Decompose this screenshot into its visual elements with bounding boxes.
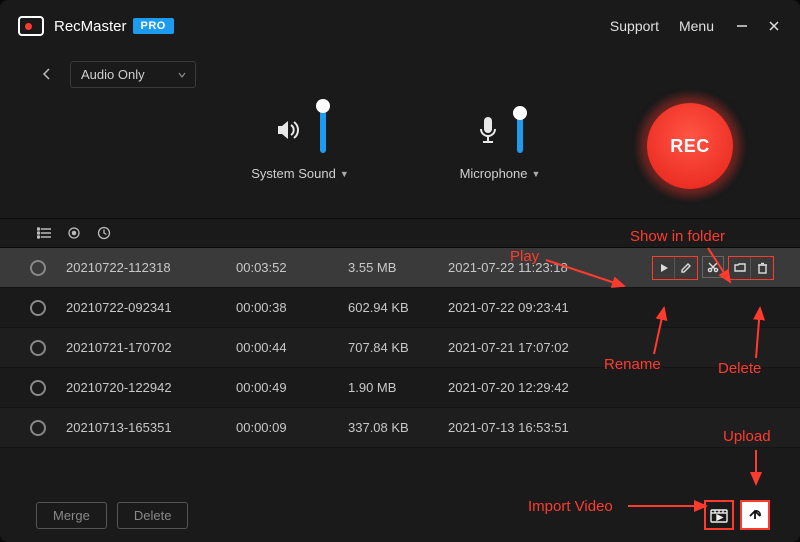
titlebar: RecMaster PRO Support Menu xyxy=(0,0,800,52)
radio-icon[interactable] xyxy=(30,340,46,356)
mic-volume-slider[interactable] xyxy=(517,107,523,153)
cell-size: 337.08 KB xyxy=(348,420,448,435)
chevron-down-icon xyxy=(177,70,187,80)
minimize-button[interactable] xyxy=(734,18,750,34)
speaker-icon xyxy=(274,116,302,144)
cell-duration: 00:03:52 xyxy=(236,260,348,275)
recordings-table: 20210722-11231800:03:523.55 MB2021-07-22… xyxy=(0,248,800,488)
slider-fill xyxy=(320,111,326,153)
cell-date: 2021-07-21 17:07:02 xyxy=(448,340,612,355)
cell-date: 2021-07-22 09:23:41 xyxy=(448,300,612,315)
cell-name: 20210722-112318 xyxy=(66,260,236,275)
system-sound-label: System Sound xyxy=(251,166,336,181)
table-row[interactable]: 20210720-12294200:00:491.90 MB2021-07-20… xyxy=(0,368,800,408)
microphone-icon xyxy=(477,115,499,145)
table-row[interactable]: 20210722-11231800:03:523.55 MB2021-07-22… xyxy=(0,248,800,288)
cell-name: 20210720-122942 xyxy=(66,380,236,395)
window-controls xyxy=(734,18,782,34)
caret-down-icon: ▼ xyxy=(340,169,349,179)
caret-down-icon: ▼ xyxy=(532,169,541,179)
mode-select-value: Audio Only xyxy=(81,67,145,82)
record-button[interactable]: REC xyxy=(647,103,733,189)
slider-knob[interactable] xyxy=(316,99,330,113)
window: RecMaster PRO Support Menu Audio Only xyxy=(0,0,800,542)
record-label: REC xyxy=(670,136,710,157)
settings-icon[interactable] xyxy=(66,225,82,241)
row-select[interactable] xyxy=(30,260,66,276)
cell-duration: 00:00:38 xyxy=(236,300,348,315)
microphone-dropdown[interactable]: Microphone ▼ xyxy=(460,166,541,181)
show-in-folder-button[interactable] xyxy=(729,257,751,279)
table-row[interactable]: 20210713-16535100:00:09337.08 KB2021-07-… xyxy=(0,408,800,448)
cell-name: 20210713-165351 xyxy=(66,420,236,435)
upload-button[interactable] xyxy=(740,500,770,530)
table-row[interactable]: 20210722-09234100:00:38602.94 KB2021-07-… xyxy=(0,288,800,328)
cell-size: 1.90 MB xyxy=(348,380,448,395)
schedule-icon[interactable] xyxy=(96,225,112,241)
row-select[interactable] xyxy=(30,300,66,316)
radio-icon[interactable] xyxy=(30,380,46,396)
app-name: RecMaster xyxy=(54,18,127,35)
app-logo-icon xyxy=(18,16,44,36)
row-delete-button[interactable] xyxy=(751,257,773,279)
system-sound-dropdown[interactable]: System Sound ▼ xyxy=(251,166,348,181)
radio-icon[interactable] xyxy=(30,260,46,276)
slider-fill xyxy=(517,117,523,153)
mode-select[interactable]: Audio Only xyxy=(70,61,196,88)
slider-knob[interactable] xyxy=(513,106,527,120)
radio-icon[interactable] xyxy=(30,300,46,316)
row-select[interactable] xyxy=(30,420,66,436)
list-toolbar xyxy=(0,219,800,247)
row-select[interactable] xyxy=(30,380,66,396)
cell-duration: 00:00:44 xyxy=(236,340,348,355)
cell-size: 3.55 MB xyxy=(348,260,448,275)
record-button-wrap: REC xyxy=(634,90,746,202)
pro-badge: PRO xyxy=(133,18,174,34)
cell-date: 2021-07-13 16:53:51 xyxy=(448,420,612,435)
close-button[interactable] xyxy=(766,18,782,34)
cell-date: 2021-07-22 11:23:18 xyxy=(448,260,612,275)
list-view-icon[interactable] xyxy=(36,225,52,241)
system-volume-slider[interactable] xyxy=(320,107,326,153)
merge-button[interactable]: Merge xyxy=(36,502,107,529)
cell-name: 20210722-092341 xyxy=(66,300,236,315)
cell-size: 602.94 KB xyxy=(348,300,448,315)
play-button[interactable] xyxy=(653,257,675,279)
mode-row: Audio Only xyxy=(0,52,800,92)
menu-link[interactable]: Menu xyxy=(679,18,714,34)
footer: Merge Delete xyxy=(0,488,800,542)
import-video-button[interactable] xyxy=(704,500,734,530)
cell-name: 20210721-170702 xyxy=(66,340,236,355)
table-row[interactable]: 20210721-17070200:00:44707.84 KB2021-07-… xyxy=(0,328,800,368)
cell-duration: 00:00:49 xyxy=(236,380,348,395)
support-link[interactable]: Support xyxy=(610,18,659,34)
cell-date: 2021-07-20 12:29:42 xyxy=(448,380,612,395)
microphone-column: Microphone ▼ xyxy=(400,106,600,181)
rename-button[interactable] xyxy=(675,257,697,279)
back-button[interactable] xyxy=(36,64,56,84)
system-sound-column: System Sound ▼ xyxy=(200,106,400,181)
row-actions xyxy=(652,256,774,280)
cut-button[interactable] xyxy=(702,256,724,278)
radio-icon[interactable] xyxy=(30,420,46,436)
audio-panel: System Sound ▼ xyxy=(0,92,800,218)
microphone-label: Microphone xyxy=(460,166,528,181)
cell-duration: 00:00:09 xyxy=(236,420,348,435)
row-select[interactable] xyxy=(30,340,66,356)
cell-size: 707.84 KB xyxy=(348,340,448,355)
delete-button[interactable]: Delete xyxy=(117,502,189,529)
